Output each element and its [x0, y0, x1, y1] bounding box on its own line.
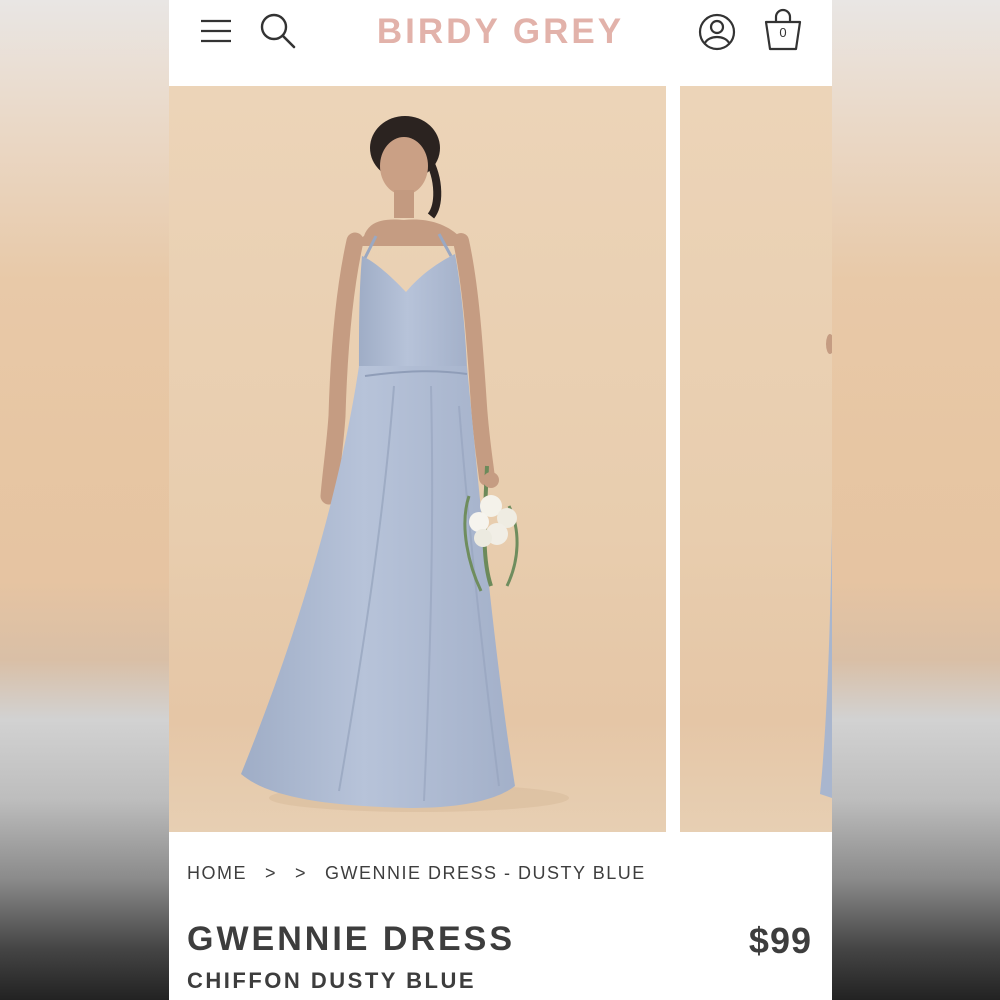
- product-page: BIRDY GREY 0 HOME > > GWENNIE DRESS - DU…: [169, 0, 832, 1000]
- dress-edge-illustration: [820, 334, 832, 798]
- product-info: HOME > > GWENNIE DRESS - DUSTY BLUE GWEN…: [169, 832, 832, 1000]
- product-photo-next[interactable]: [680, 86, 832, 832]
- shopping-bag-icon[interactable]: 0: [763, 8, 803, 52]
- product-subtitle: CHIFFON DUSTY BLUE: [187, 968, 477, 993]
- account-icon[interactable]: [697, 12, 737, 52]
- menu-icon[interactable]: [199, 16, 233, 46]
- breadcrumb: HOME > > GWENNIE DRESS - DUSTY BLUE: [187, 862, 646, 884]
- breadcrumb-home-link[interactable]: HOME: [187, 863, 247, 884]
- dress-model-illustration: [241, 116, 569, 812]
- product-price: $99: [748, 920, 812, 961]
- product-title: GWENNIE DRESS: [187, 920, 516, 958]
- cart-count: 0: [779, 25, 787, 40]
- breadcrumb-separator: >: [295, 862, 308, 883]
- site-header: BIRDY GREY 0: [169, 0, 832, 86]
- product-photo-main[interactable]: [169, 86, 666, 832]
- product-image-gallery[interactable]: [169, 86, 832, 832]
- search-icon[interactable]: [259, 12, 297, 50]
- brand-logo[interactable]: BIRDY GREY: [374, 10, 627, 54]
- breadcrumb-current: GWENNIE DRESS - DUSTY BLUE: [325, 862, 646, 883]
- breadcrumb-separator: >: [265, 862, 278, 883]
